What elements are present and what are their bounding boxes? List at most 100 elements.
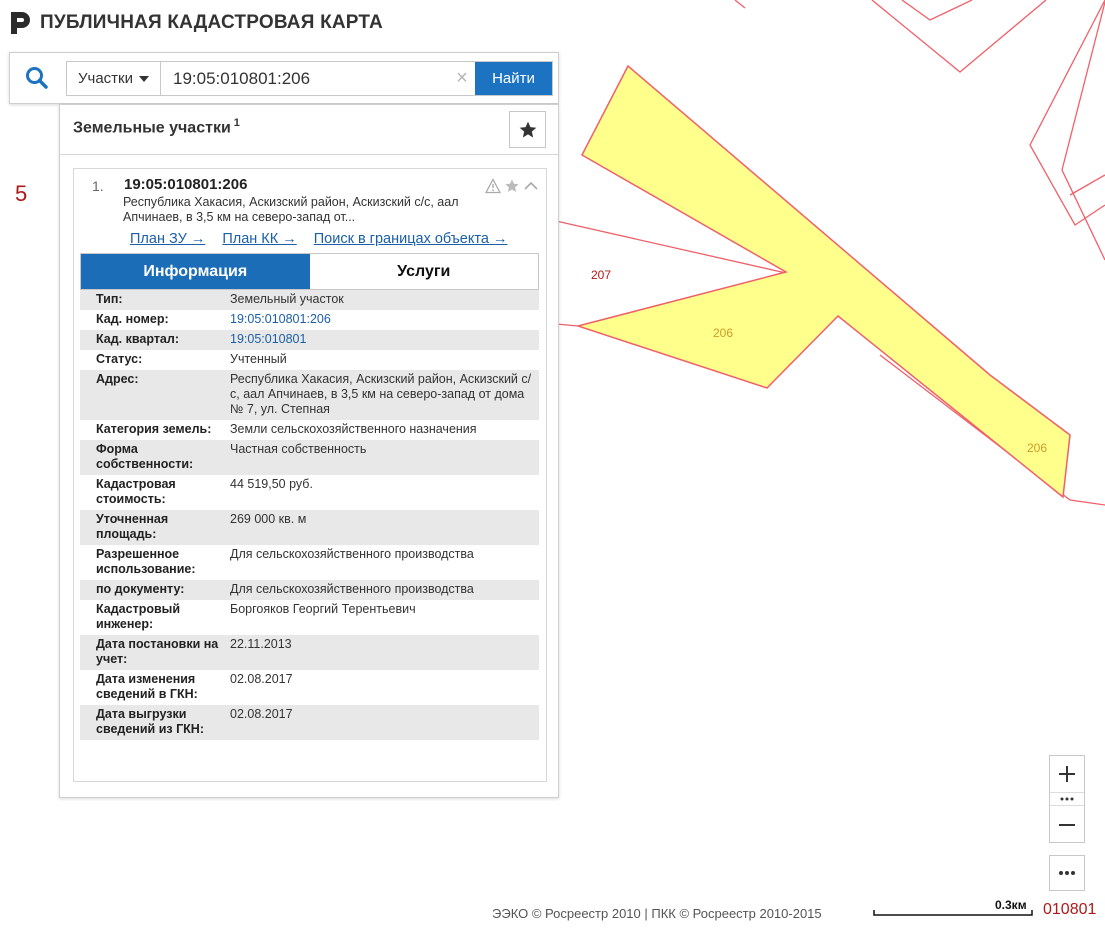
info-label: Статус: <box>96 352 143 366</box>
copyright: ЭЭКО © Росреестр 2010 | ПКК © Росреестр … <box>492 906 822 921</box>
dots-icon <box>1060 797 1074 801</box>
quarter-link[interactable]: 19:05:010801 <box>230 332 539 347</box>
search-type-label: Участки <box>78 70 133 87</box>
side-marker: 5 <box>15 181 28 206</box>
info-value: 02.08.2017 <box>230 707 293 721</box>
zoom-control <box>1049 755 1085 843</box>
info-row-area: Уточненная площадь: 269 000 кв. м <box>80 510 539 545</box>
info-row-ownership: Форма собственности: Частная собственнос… <box>80 440 539 475</box>
search-input[interactable] <box>161 62 449 95</box>
info-label: Форма собственности: <box>96 442 194 471</box>
plus-icon <box>1059 766 1075 782</box>
info-row-status: Статус: Учтенный <box>80 350 539 370</box>
info-label: Кад. номер: <box>96 312 169 326</box>
more-button[interactable] <box>1049 855 1085 891</box>
info-table: Тип: Земельный участок Кад. номер: 19:05… <box>80 290 539 740</box>
info-value: 44 519,50 руб. <box>230 477 313 491</box>
info-row-category: Категория земель: Земли сельскохозяйстве… <box>80 420 539 440</box>
info-row-cost: Кадастровая стоимость: 44 519,50 руб. <box>80 475 539 510</box>
parcel-boundary <box>555 323 579 327</box>
parcel-label: 206 <box>713 326 733 340</box>
chevron-up-icon[interactable] <box>522 177 539 194</box>
scale-label: 0.3км <box>995 898 1027 912</box>
info-value: 02.08.2017 <box>230 672 293 686</box>
clear-icon[interactable]: × <box>449 62 475 95</box>
more-dots-icon <box>1059 871 1075 875</box>
info-label: Кад. квартал: <box>96 332 179 346</box>
info-value: Земли сельскохозяйственного назначения <box>230 422 477 436</box>
info-label: Кадастровая стоимость: <box>96 477 176 506</box>
info-label: по документу: <box>96 582 185 596</box>
results-header: Земельные участки 1 <box>60 105 558 155</box>
info-label: Кадастровый инженер: <box>96 602 181 631</box>
chevron-down-icon <box>139 75 149 82</box>
card-actions <box>484 177 539 194</box>
info-value: 269 000 кв. м <box>230 512 307 526</box>
search-bar: Участки × Найти <box>66 61 553 96</box>
card-links: План ЗУ → План КК → Поиск в границах объ… <box>130 231 507 247</box>
info-label: Тип: <box>96 292 123 306</box>
rosreestr-logo-icon <box>11 12 30 34</box>
results-panel: Земельные участки 1 1. 19:05:010801:206 Р… <box>59 104 559 798</box>
parcel-boundary <box>734 0 746 9</box>
cadnum-link[interactable]: 19:05:010801:206 <box>230 312 539 327</box>
favorites-button[interactable] <box>509 111 546 148</box>
info-label: Дата постановки на учет: <box>96 637 219 666</box>
star-outline-icon[interactable] <box>503 177 520 194</box>
selected-parcel[interactable] <box>575 64 1071 499</box>
star-icon <box>519 121 536 137</box>
zoom-slider-handle[interactable] <box>1050 792 1084 806</box>
parcel-boundary <box>1069 174 1105 196</box>
tab-info[interactable]: Информация <box>81 254 310 289</box>
info-value: Учтенный <box>230 352 287 366</box>
info-value: Частная собственность <box>230 442 367 456</box>
info-row-changed: Дата изменения сведений в ГКН: 02.08.201… <box>80 670 539 705</box>
tab-services[interactable]: Услуги <box>309 254 538 289</box>
find-button[interactable]: Найти <box>475 62 552 95</box>
info-label: Разрешенное использование: <box>96 547 196 576</box>
info-row-quarter: Кад. квартал: 19:05:010801 <box>80 330 539 350</box>
info-row-permitted-use: Разрешенное использование: Для сельскохо… <box>80 545 539 580</box>
zoom-in-button[interactable] <box>1050 757 1084 791</box>
info-value: Боргояков Георгий Терентьевич <box>230 602 416 616</box>
info-value: Для сельскохозяйственного производства <box>230 547 474 561</box>
info-label: Дата выгрузки сведений из ГКН: <box>96 707 204 736</box>
info-value: Земельный участок <box>230 292 344 306</box>
search-type-select[interactable]: Участки <box>67 62 161 95</box>
info-value: 22.11.2013 <box>230 637 292 651</box>
app-header: ПУБЛИЧНАЯ КАДАСТРОВАЯ КАРТА <box>8 8 383 38</box>
info-label: Дата изменения сведений в ГКН: <box>96 672 198 701</box>
info-value: Для сельскохозяйственного производства <box>230 582 474 596</box>
info-row-engineer: Кадастровый инженер: Боргояков Георгий Т… <box>80 600 539 635</box>
info-row-type: Тип: Земельный участок <box>80 290 539 310</box>
result-tabs: Информация Услуги <box>80 253 539 290</box>
search-icon[interactable] <box>24 65 50 91</box>
warning-icon[interactable] <box>484 177 501 194</box>
parcel-boundary <box>901 0 973 21</box>
quarter-label: 010801 <box>1043 901 1097 918</box>
parcel-boundary <box>871 0 1047 73</box>
info-row-registered: Дата постановки на учет: 22.11.2013 <box>80 635 539 670</box>
plan-zu-link[interactable]: План ЗУ → <box>130 231 205 247</box>
search-panel: Участки × Найти <box>9 52 559 104</box>
info-row-cadnum: Кад. номер: 19:05:010801:206 <box>80 310 539 330</box>
results-count: 1 <box>233 117 240 129</box>
info-value: Республика Хакасия, Аскизский район, Аск… <box>230 372 532 416</box>
results-title: Земельные участки 1 <box>73 117 240 137</box>
result-address: Республика Хакасия, Аскизский район, Аск… <box>123 195 459 224</box>
zoom-out-button[interactable] <box>1050 808 1084 842</box>
info-row-exported: Дата выгрузки сведений из ГКН: 02.08.201… <box>80 705 539 740</box>
app-title: ПУБЛИЧНАЯ КАДАСТРОВАЯ КАРТА <box>40 12 383 33</box>
plan-kk-link[interactable]: План КК → <box>222 231 296 247</box>
info-label: Адрес: <box>96 372 139 386</box>
info-row-by-document: по документу: Для сельскохозяйственного … <box>80 580 539 600</box>
result-card[interactable]: 1. 19:05:010801:206 Республика Хакасия, … <box>73 168 547 782</box>
info-row-address: Адрес: Республика Хакасия, Аскизский рай… <box>80 370 539 420</box>
result-cadnum[interactable]: 19:05:010801:206 <box>124 176 247 193</box>
parcel-boundary <box>1029 0 1105 226</box>
minus-icon <box>1059 824 1075 826</box>
search-in-bounds-link[interactable]: Поиск в границах объекта → <box>314 231 508 247</box>
parcel-label: 207 <box>591 268 611 282</box>
parcel-label: 206 <box>1027 441 1047 455</box>
info-label: Категория земель: <box>96 422 212 436</box>
